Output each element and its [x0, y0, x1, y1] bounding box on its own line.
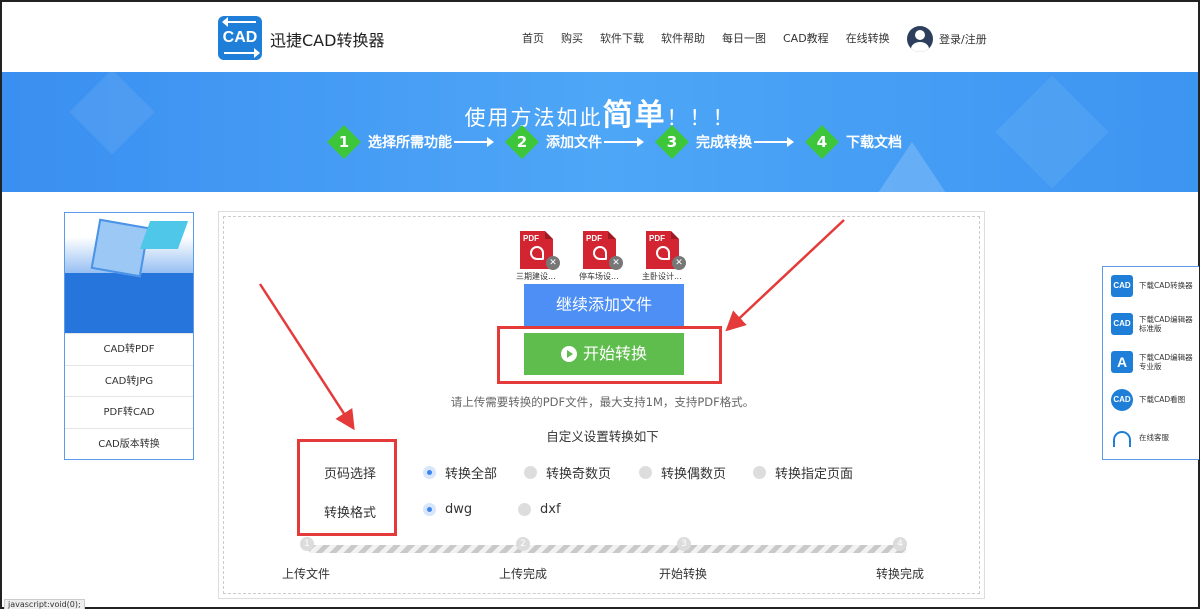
step-1-label: 选择所需功能: [368, 135, 452, 151]
step-arrow-icon: [604, 137, 644, 147]
radio-icon: [639, 466, 652, 479]
banner-title-prefix: 使用方法如此: [464, 106, 603, 130]
radio-format-dwg[interactable]: dwg: [423, 502, 472, 517]
play-icon: [560, 346, 577, 362]
user-avatar-icon[interactable]: [907, 26, 933, 52]
radio-icon: [518, 503, 531, 516]
upload-area: PDF ✕ 三期建设... PDF ✕ 停车场设... PDF ✕ 主卧设计..…: [223, 216, 980, 594]
how-to-banner: 使用方法如此简单！！！ 1 选择所需功能 2 添加文件 3 完成转换 4 下载文…: [2, 72, 1198, 192]
file-name: 主卧设计...: [642, 272, 682, 281]
nav-daily-drawing[interactable]: 每日一图: [722, 30, 766, 46]
online-service[interactable]: 在线客服: [1103, 421, 1200, 459]
banner-title-big: 简单: [602, 98, 667, 133]
step-4-badge: 4: [805, 125, 839, 159]
download-cad-converter[interactable]: CAD 下载CAD转换器: [1103, 269, 1200, 307]
nav-buy[interactable]: 购买: [561, 30, 583, 46]
radio-convert-all[interactable]: 转换全部: [423, 463, 497, 482]
radio-icon: [753, 466, 766, 479]
menu-cad-to-jpg[interactable]: CAD转JPG: [65, 364, 193, 397]
cad-viewer-icon: CAD: [1111, 389, 1133, 411]
radio-convert-odd[interactable]: 转换奇数页: [524, 463, 611, 482]
progress-label-uploaded: 上传完成: [499, 567, 548, 581]
cad-logo-icon[interactable]: CAD: [218, 16, 262, 60]
radio-selected-icon: [423, 503, 436, 516]
menu-cad-to-pdf[interactable]: CAD转PDF: [65, 333, 193, 365]
start-convert-label: 开始转换: [582, 344, 647, 363]
cad-editor-icon: CAD: [1111, 313, 1133, 335]
login-register-link[interactable]: 登录/注册: [939, 31, 987, 47]
nav-home[interactable]: 首页: [522, 30, 544, 46]
radio-convert-specific[interactable]: 转换指定页面: [753, 463, 853, 482]
step-2: 2 添加文件: [505, 125, 648, 159]
logo-text: CAD: [222, 29, 258, 46]
step-4: 4 下载文档: [805, 125, 902, 159]
nav-online-convert[interactable]: 在线转换: [846, 30, 890, 46]
step-2-badge: 2: [505, 125, 539, 159]
step-1: 1 选择所需功能: [327, 125, 498, 159]
progress-bar: [309, 545, 906, 553]
step-arrow-icon: [754, 137, 794, 147]
progress-label-upload: 上传文件: [282, 567, 331, 581]
cad-editor-pro-icon: A: [1111, 351, 1133, 373]
page-select-label: 页码选择: [324, 467, 377, 482]
file-item: PDF ✕ 三期建设...: [516, 231, 560, 281]
upload-tip: 请上传需要转换的PDF文件，最大支持1M，支持PDF格式。: [450, 395, 755, 409]
progress-label-start: 开始转换: [659, 567, 708, 581]
banner-title-suffix: ！！！: [666, 106, 736, 130]
format-label: 转换格式: [324, 506, 377, 521]
step-2-label: 添加文件: [546, 135, 602, 151]
brand-name[interactable]: 迅捷CAD转换器: [270, 27, 384, 51]
sidebar-illustration: [65, 213, 193, 333]
start-convert-button[interactable]: 开始转换: [524, 333, 684, 375]
progress-node-1: 1: [300, 537, 314, 551]
file-name: 停车场设...: [579, 272, 619, 281]
step-3-label: 完成转换: [696, 135, 752, 151]
top-header: CAD 迅捷CAD转换器 首页 购买 软件下载 软件帮助 每日一图 CAD教程 …: [2, 2, 1198, 72]
radio-convert-even[interactable]: 转换偶数页: [639, 463, 726, 482]
progress-node-2: 2: [516, 537, 530, 551]
download-cad-editor-standard[interactable]: CAD 下载CAD编辑器标准版: [1103, 307, 1200, 345]
download-cad-editor-pro[interactable]: A 下载CAD编辑器专业版: [1103, 345, 1200, 383]
right-sidebar: CAD 下载CAD转换器 CAD 下载CAD编辑器标准版 A 下载CAD编辑器专…: [1102, 266, 1199, 460]
step-3-badge: 3: [655, 125, 689, 159]
step-arrow-icon: [454, 137, 494, 147]
file-item: PDF ✕ 主卧设计...: [642, 231, 686, 281]
file-name: 三期建设...: [516, 272, 556, 281]
progress-label-done: 转换完成: [876, 567, 925, 581]
cad-converter-icon: CAD: [1111, 275, 1133, 297]
file-item: PDF ✕ 停车场设...: [579, 231, 623, 281]
remove-file-icon[interactable]: ✕: [546, 256, 560, 270]
progress-node-4: 4: [893, 537, 907, 551]
menu-pdf-to-cad[interactable]: PDF转CAD: [65, 396, 193, 428]
nav-download[interactable]: 软件下载: [600, 30, 644, 46]
status-bar: javascript:void(0);: [4, 599, 85, 609]
left-sidebar: CAD转PDF CAD转JPG PDF转CAD CAD版本转换: [64, 212, 194, 460]
converter-panel: PDF ✕ 三期建设... PDF ✕ 停车场设... PDF ✕ 主卧设计..…: [218, 211, 985, 599]
progress-node-3: 3: [677, 537, 691, 551]
steps-flow: 1 选择所需功能 2 添加文件 3 完成转换 4 下载文档: [327, 125, 910, 159]
nav-cad-tutorial[interactable]: CAD教程: [783, 30, 829, 46]
step-3: 3 完成转换: [655, 125, 798, 159]
radio-selected-icon: [423, 466, 436, 479]
nav-help[interactable]: 软件帮助: [661, 30, 705, 46]
remove-file-icon[interactable]: ✕: [672, 256, 686, 270]
add-more-files-button[interactable]: 继续添加文件: [524, 284, 684, 326]
remove-file-icon[interactable]: ✕: [609, 256, 623, 270]
headset-icon: [1113, 431, 1131, 447]
download-cad-viewer[interactable]: CAD 下载CAD看图: [1103, 383, 1200, 421]
menu-cad-version-convert[interactable]: CAD版本转换: [65, 427, 193, 460]
main-nav: 首页 购买 软件下载 软件帮助 每日一图 CAD教程 在线转换: [522, 30, 907, 46]
radio-icon: [524, 466, 537, 479]
annotation-box-settings: [297, 439, 397, 536]
step-1-badge: 1: [327, 125, 361, 159]
banner-title: 使用方法如此简单！！！: [2, 90, 1198, 134]
radio-format-dxf[interactable]: dxf: [518, 502, 561, 517]
left-menu: CAD转PDF CAD转JPG PDF转CAD CAD版本转换: [65, 333, 193, 459]
step-4-label: 下载文档: [846, 135, 902, 151]
